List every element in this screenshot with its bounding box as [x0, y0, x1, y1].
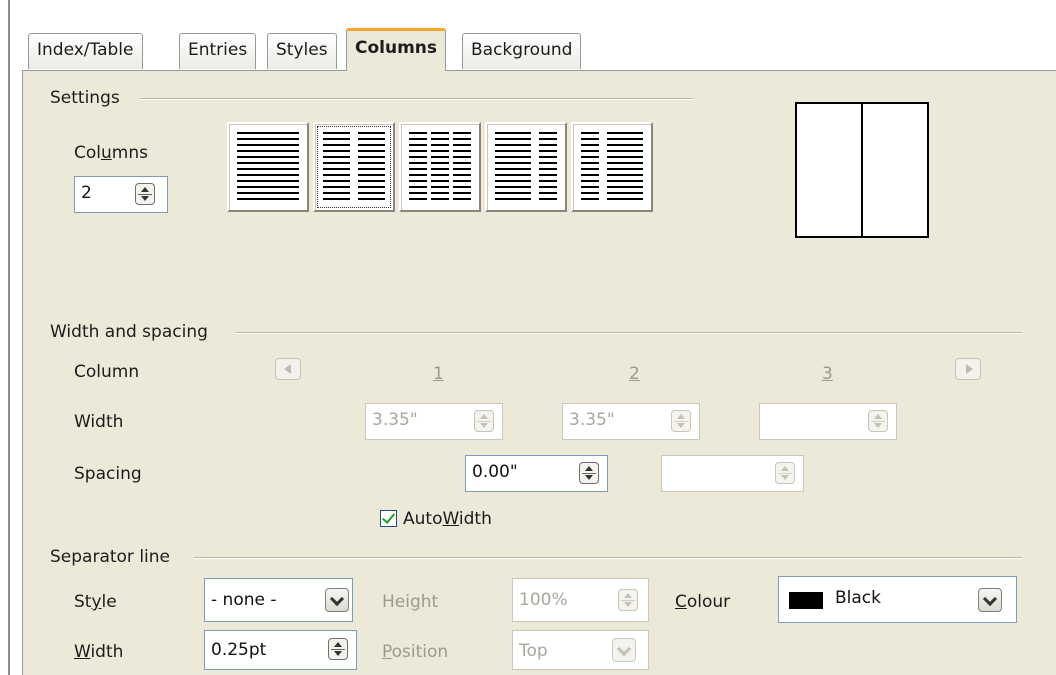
chevron-down-icon	[982, 591, 998, 607]
tab-entries[interactable]: Entries	[179, 33, 257, 69]
two-columns-icon	[323, 132, 385, 200]
preset-one-column[interactable]	[227, 122, 309, 212]
tab-background[interactable]: Background	[462, 33, 582, 69]
autowidth-label: AutoWidth	[403, 509, 492, 529]
tab-columns[interactable]: Columns	[346, 28, 447, 71]
position-dropdown-button[interactable]	[612, 638, 636, 662]
preview-column-divider	[861, 104, 863, 236]
spacing-label: Spacing	[74, 464, 142, 484]
preset-three-columns[interactable]	[399, 122, 481, 212]
arrow-right-icon	[966, 364, 973, 374]
two-columns-right-icon	[581, 132, 643, 200]
height-label: Height	[382, 592, 439, 612]
tab-index-table[interactable]: Index/Table	[28, 33, 143, 69]
column-number-1: 1	[433, 364, 444, 384]
position-label: Position	[382, 642, 449, 662]
settings-group-label: Settings	[50, 88, 120, 108]
chevron-down-icon	[329, 591, 345, 607]
tab-styles[interactable]: Styles	[267, 33, 337, 69]
column-label: Column	[74, 362, 140, 382]
preset-two-columns[interactable]	[313, 122, 395, 212]
height-spinner[interactable]	[618, 589, 638, 611]
one-column-icon	[237, 132, 299, 200]
column-2-width-spinner[interactable]	[671, 410, 691, 432]
autowidth-checkbox[interactable]	[380, 510, 397, 527]
settings-separator	[140, 98, 693, 100]
three-columns-icon	[409, 132, 471, 200]
colour-swatch	[789, 592, 823, 609]
preset-two-columns-left[interactable]	[485, 122, 567, 212]
spacing-2-spinner[interactable]	[775, 462, 795, 484]
column-3-width-spinner[interactable]	[868, 410, 888, 432]
width-spacing-group-label: Width and spacing	[50, 322, 208, 342]
column-number-3: 3	[822, 364, 833, 384]
column-prev-button[interactable]	[275, 358, 301, 380]
style-dropdown-button[interactable]	[325, 588, 349, 612]
columns-label: Columns	[74, 143, 148, 163]
colour-value: Black	[835, 588, 881, 608]
chevron-down-icon	[616, 641, 632, 657]
page-preview	[795, 102, 929, 238]
column-next-button[interactable]	[955, 358, 981, 380]
width-spacing-separator	[236, 332, 1022, 334]
spacing-1-spinner[interactable]	[579, 462, 599, 484]
preset-two-columns-right[interactable]	[571, 122, 653, 212]
colour-dropdown-button[interactable]	[978, 588, 1002, 612]
width-label: Width	[74, 412, 124, 432]
columns-count-spinner[interactable]	[135, 183, 155, 205]
arrow-left-icon	[284, 364, 291, 374]
two-columns-left-icon	[495, 132, 557, 200]
separator-line-rule	[194, 557, 1022, 559]
window-edge	[8, 0, 10, 675]
checkmark-icon	[381, 510, 396, 524]
column-number-2: 2	[629, 364, 640, 384]
separator-group-label: Separator line	[50, 547, 171, 567]
colour-label: Colour	[675, 592, 731, 612]
column-1-width-spinner[interactable]	[474, 410, 494, 432]
style-label: Style	[74, 592, 117, 612]
separator-width-spinner[interactable]	[328, 638, 348, 660]
width-sep-label: Width	[74, 642, 124, 662]
